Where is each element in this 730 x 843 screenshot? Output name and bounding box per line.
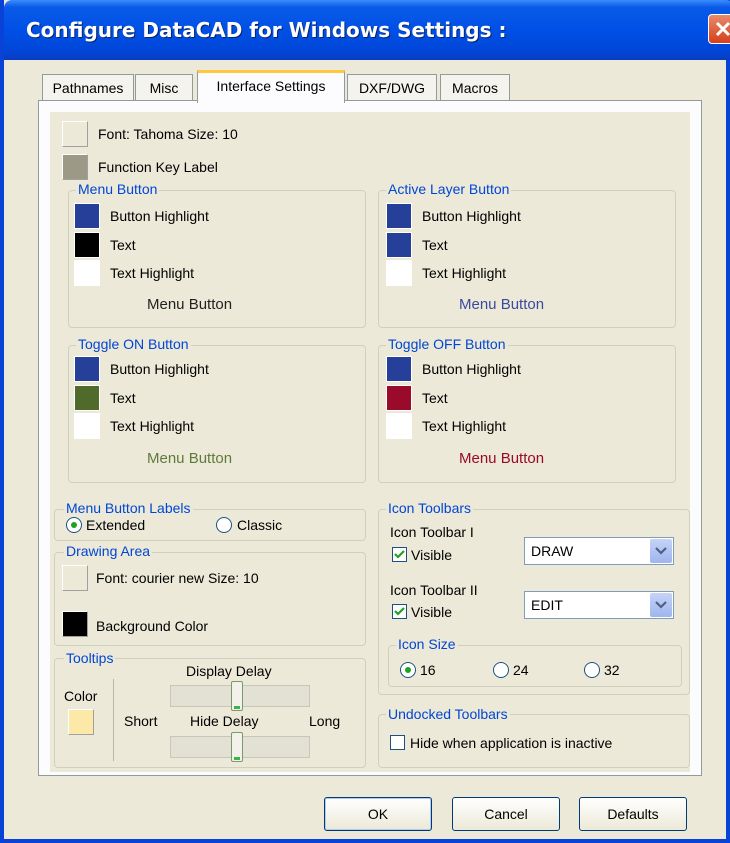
tab-pathnames[interactable]: Pathnames — [42, 74, 134, 100]
toggle-off-text-color[interactable] — [386, 385, 412, 411]
menu-button-text-highlight-color[interactable] — [74, 260, 100, 286]
title-bar[interactable]: Configure DataCAD for Windows Settings : — [4, 0, 730, 60]
menu-button-group-title: Menu Button — [76, 181, 160, 197]
ok-button[interactable]: OK — [324, 797, 432, 831]
drawing-font-label: Font: courier new Size: 10 — [96, 570, 259, 586]
radio-selected-dot — [71, 522, 77, 528]
extended-radio[interactable] — [66, 517, 82, 533]
icon-toolbar-2-visible-label: Visible — [411, 604, 452, 620]
chevron-down-icon[interactable] — [650, 593, 672, 617]
icon-toolbar-1-value: DRAW — [531, 543, 574, 559]
icon-toolbars-title: Icon Toolbars — [386, 500, 474, 516]
toggle-off-preview: Menu Button — [459, 450, 545, 467]
tooltips-title: Tooltips — [64, 650, 116, 666]
tooltips-divider — [113, 679, 114, 761]
chevron-down-icon[interactable] — [650, 539, 672, 563]
long-label: Long — [309, 713, 341, 729]
icon-toolbar-2-visible-checkbox[interactable] — [392, 604, 407, 619]
toggle-on-group-title: Toggle ON Button — [76, 336, 191, 352]
toggle-on-highlight-label: Button Highlight — [110, 361, 209, 377]
active-layer-text-label: Text — [422, 237, 448, 253]
toggle-off-text-highlight-label: Text Highlight — [422, 418, 507, 434]
close-button[interactable] — [708, 14, 730, 44]
tab-dxf-dwg[interactable]: DXF/DWG — [347, 74, 437, 100]
drawing-font-button[interactable] — [62, 565, 88, 591]
tab-misc[interactable]: Misc — [135, 74, 193, 100]
icon-toolbar-1-select[interactable]: DRAW — [524, 537, 674, 565]
undocked-toolbars-title: Undocked Toolbars — [386, 706, 510, 722]
font-label: Font: Tahoma Size: 10 — [98, 126, 238, 142]
toggle-on-preview: Menu Button — [147, 450, 233, 467]
drawing-area-title: Drawing Area — [64, 543, 153, 559]
hide-delay-thumb[interactable] — [231, 732, 244, 762]
font-button[interactable] — [62, 121, 88, 147]
icon-size-16-label: 16 — [420, 662, 436, 678]
radio-selected-dot — [405, 667, 411, 673]
classic-label: Classic — [237, 517, 283, 533]
active-layer-text-color[interactable] — [386, 232, 412, 258]
icon-size-16-radio[interactable] — [400, 662, 416, 678]
icon-toolbar-2-select[interactable]: EDIT — [524, 591, 674, 619]
tooltip-color-label: Color — [64, 688, 98, 704]
toggle-off-group-title: Toggle OFF Button — [386, 336, 508, 352]
toggle-on-text-highlight-label: Text Highlight — [110, 418, 195, 434]
toggle-off-text-label: Text — [422, 390, 448, 406]
tooltip-color-button[interactable] — [68, 709, 94, 735]
active-layer-highlight-color[interactable] — [386, 203, 412, 229]
background-color-button[interactable] — [62, 611, 88, 637]
defaults-button[interactable]: Defaults — [579, 797, 687, 831]
menu-labels-title: Menu Button Labels — [64, 500, 193, 516]
cancel-button[interactable]: Cancel — [452, 797, 560, 831]
function-key-label: Function Key Label — [98, 159, 218, 175]
menu-button-text-label: Text — [110, 237, 136, 253]
icon-toolbar-2-label: Icon Toolbar II — [390, 582, 478, 598]
toggle-on-text-highlight-color[interactable] — [74, 413, 100, 439]
menu-button-preview: Menu Button — [147, 296, 233, 313]
icon-size-32-radio[interactable] — [584, 662, 600, 678]
active-layer-text-highlight-label: Text Highlight — [422, 265, 507, 281]
icon-toolbar-2-value: EDIT — [531, 597, 563, 613]
display-delay-thumb[interactable] — [231, 681, 244, 711]
active-layer-group-title: Active Layer Button — [386, 181, 512, 197]
toggle-off-text-highlight-color[interactable] — [386, 413, 412, 439]
display-delay-label: Display Delay — [186, 663, 272, 679]
hide-when-inactive-checkbox[interactable] — [390, 735, 405, 750]
background-color-label: Background Color — [96, 618, 209, 634]
menu-button-highlight-label: Button Highlight — [110, 208, 209, 224]
menu-button-text-highlight-label: Text Highlight — [110, 265, 195, 281]
settings-dialog: Configure DataCAD for Windows Settings :… — [0, 0, 730, 843]
icon-size-24-radio[interactable] — [493, 662, 509, 678]
icon-size-32-label: 32 — [604, 662, 620, 678]
hide-when-inactive-label: Hide when application is inactive — [410, 735, 613, 751]
active-layer-highlight-label: Button Highlight — [422, 208, 521, 224]
hide-delay-label: Hide Delay — [190, 713, 259, 729]
toggle-off-highlight-color[interactable] — [386, 356, 412, 382]
function-key-color-button[interactable] — [62, 154, 88, 180]
window-title: Configure DataCAD for Windows Settings : — [26, 18, 507, 42]
classic-radio[interactable] — [216, 517, 232, 533]
toggle-on-highlight-color[interactable] — [74, 356, 100, 382]
extended-label: Extended — [86, 517, 146, 533]
active-layer-text-highlight-color[interactable] — [386, 260, 412, 286]
icon-size-24-label: 24 — [513, 662, 529, 678]
tab-interface-settings[interactable]: Interface Settings — [197, 70, 345, 103]
active-layer-preview: Menu Button — [459, 296, 545, 313]
icon-toolbar-1-visible-checkbox[interactable] — [392, 547, 407, 562]
icon-size-title: Icon Size — [396, 636, 458, 652]
toggle-on-text-label: Text — [110, 390, 136, 406]
icon-toolbar-1-visible-label: Visible — [411, 547, 452, 563]
checkmark-icon — [394, 550, 405, 559]
menu-button-highlight-color[interactable] — [74, 203, 100, 229]
checkmark-icon — [394, 607, 405, 616]
toggle-on-text-color[interactable] — [74, 385, 100, 411]
menu-button-text-color[interactable] — [74, 232, 100, 258]
short-label: Short — [124, 713, 158, 729]
toggle-off-highlight-label: Button Highlight — [422, 361, 521, 377]
close-icon — [715, 21, 730, 37]
icon-toolbar-1-label: Icon Toolbar I — [390, 524, 474, 540]
tab-macros[interactable]: Macros — [440, 74, 510, 100]
